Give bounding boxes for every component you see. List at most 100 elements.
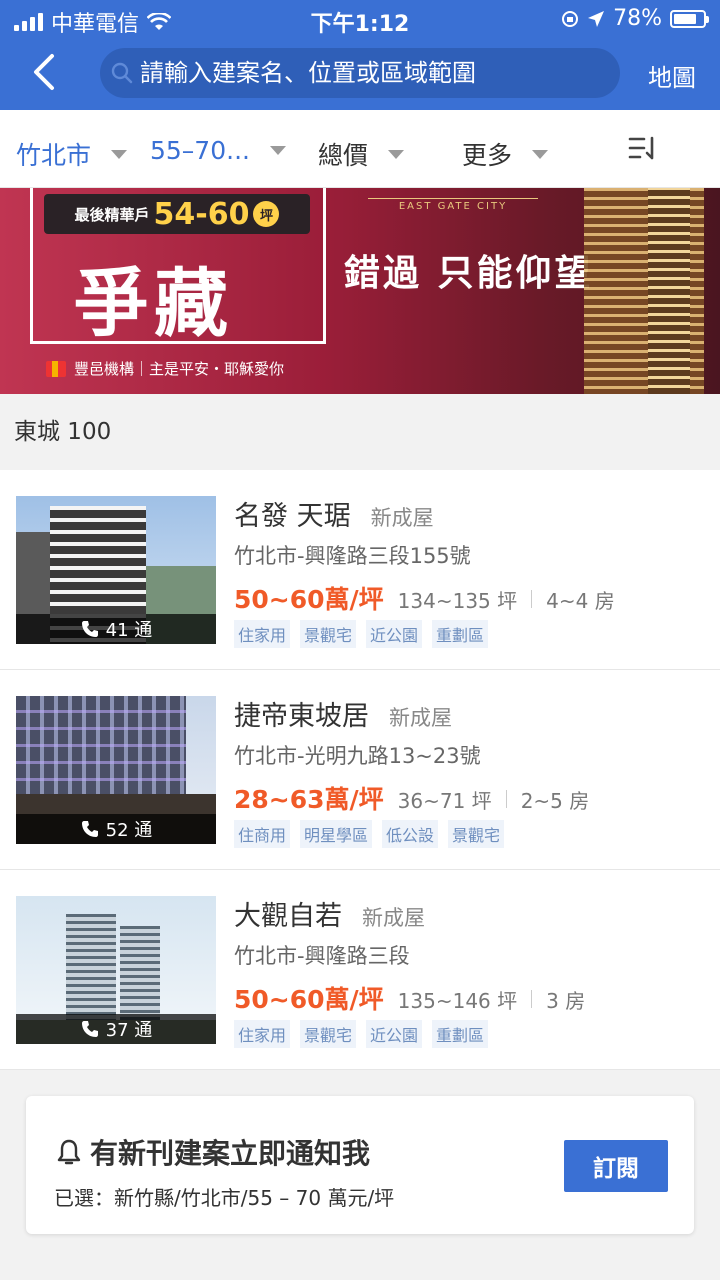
promo-banner[interactable]: 最後精華戶 54-60 坪 爭藏 豐邑機構｜主是平安・耶穌愛你 EAST GAT… bbox=[0, 188, 720, 394]
filter-bar: 竹北市 55–70... 總價 更多 bbox=[0, 110, 720, 188]
chevron-down-icon bbox=[532, 149, 549, 159]
status-right: 78% bbox=[561, 6, 709, 31]
subscribe-card: 有新刊建案立即通知我 已選：新竹縣/竹北市/55 – 70 萬元/坪 訂閱 bbox=[26, 1096, 694, 1234]
search-bar[interactable] bbox=[100, 48, 620, 98]
subscribe-title-text: 有新刊建案立即通知我 bbox=[90, 1137, 371, 1170]
divider bbox=[531, 590, 533, 608]
banner-subtitle: EAST GATE CITY bbox=[368, 198, 538, 212]
listing-tags: 住商用 明星學區 低公設 景觀宅 bbox=[234, 820, 505, 848]
call-count: 37 通 bbox=[16, 1014, 216, 1044]
back-button[interactable] bbox=[24, 50, 68, 94]
divider bbox=[505, 790, 507, 808]
filter-more[interactable]: 更多 bbox=[462, 136, 549, 172]
chevron-down-icon bbox=[388, 149, 405, 159]
battery-fill bbox=[674, 13, 696, 24]
listing-tag: 住家用 bbox=[234, 620, 291, 648]
banner-slogan: 錯過 只能仰望 bbox=[344, 252, 594, 294]
bell-icon bbox=[57, 1139, 81, 1165]
banner-headline: 爭藏 bbox=[74, 261, 234, 347]
phone-icon bbox=[81, 621, 98, 637]
brand-logo-icon bbox=[46, 360, 66, 377]
listing-address: 竹北市-興隆路三段 bbox=[234, 944, 410, 968]
listing-tag: 近公園 bbox=[366, 620, 423, 648]
search-input[interactable] bbox=[140, 59, 610, 87]
divider bbox=[531, 990, 533, 1008]
listing-tag: 重劃區 bbox=[432, 1020, 489, 1048]
filter-city-label: 竹北市 bbox=[16, 141, 92, 170]
listing-photo: 52 通 bbox=[16, 696, 216, 844]
location-arrow-icon bbox=[588, 10, 605, 27]
call-count: 41 通 bbox=[16, 614, 216, 644]
filter-total-price-label: 總價 bbox=[318, 141, 369, 170]
banner-brand-text: 豐邑機構｜主是平安・耶穌愛你 bbox=[74, 360, 285, 378]
banner-tag-range: 54-60 bbox=[153, 196, 250, 232]
phone-icon bbox=[81, 1021, 98, 1037]
chevron-down-icon bbox=[269, 146, 286, 155]
subscribe-selected: 已選：新竹縣/竹北市/55 – 70 萬元/坪 bbox=[54, 1186, 395, 1210]
listing-price: 50~60萬/坪 bbox=[234, 985, 384, 1014]
battery-percent: 78% bbox=[613, 6, 662, 31]
filter-total-price[interactable]: 總價 bbox=[318, 136, 405, 172]
listing-title: 名發 天琚 bbox=[234, 501, 351, 532]
listing-tag: 景觀宅 bbox=[300, 1020, 357, 1048]
listing-tag: 景觀宅 bbox=[300, 620, 357, 648]
listing-name: 名發 天琚 新成屋 bbox=[234, 494, 434, 533]
listing-rooms: 4~4 房 bbox=[546, 589, 615, 613]
status-bar: 中華電信 下午1:12 78% bbox=[0, 0, 720, 37]
listing-area: 134~135 坪 bbox=[397, 589, 518, 613]
listing-price: 28~63萬/坪 bbox=[234, 785, 384, 814]
subscribe-title: 有新刊建案立即通知我 bbox=[54, 1132, 370, 1172]
filter-unit-price-label: 55–70... bbox=[150, 136, 250, 165]
listing-tags: 住家用 景觀宅 近公園 重劃區 bbox=[234, 620, 489, 648]
map-link[interactable]: 地圖 bbox=[648, 58, 696, 93]
listing-title: 捷帝東坡居 bbox=[234, 701, 369, 732]
listing-address: 竹北市-光明九路13~23號 bbox=[234, 744, 481, 768]
listing-tag: 低公設 bbox=[382, 820, 439, 848]
banner-tag: 最後精華戶 54-60 坪 bbox=[44, 194, 310, 234]
filter-city[interactable]: 竹北市 bbox=[16, 136, 128, 172]
listing-rooms: 3 房 bbox=[546, 989, 586, 1013]
call-count-text: 37 通 bbox=[105, 1020, 153, 1041]
listing-type: 新成屋 bbox=[389, 706, 452, 730]
battery-icon bbox=[670, 9, 709, 28]
listing-name: 捷帝東坡居 新成屋 bbox=[234, 694, 452, 733]
section-title: 東城 100 bbox=[0, 394, 720, 470]
listing-type: 新成屋 bbox=[362, 906, 425, 930]
listing-area: 135~146 坪 bbox=[397, 989, 518, 1013]
listing-photo: 37 通 bbox=[16, 896, 216, 1044]
listing-price-row: 50~60萬/坪 135~146 坪 3 房 bbox=[234, 980, 585, 1016]
listing-tags: 住家用 景觀宅 近公園 重劃區 bbox=[234, 1020, 489, 1048]
subscribe-button[interactable]: 訂閱 bbox=[564, 1140, 668, 1192]
call-count: 52 通 bbox=[16, 814, 216, 844]
banner-tag-prefix: 最後精華戶 bbox=[74, 205, 150, 224]
listing-tag: 重劃區 bbox=[432, 620, 489, 648]
listing-photo: 41 通 bbox=[16, 496, 216, 644]
listing-area: 36~71 坪 bbox=[397, 789, 492, 813]
list-item[interactable]: 41 通 名發 天琚 新成屋 竹北市-興隆路三段155號 50~60萬/坪 13… bbox=[0, 470, 720, 670]
banner-brand: 豐邑機構｜主是平安・耶穌愛你 bbox=[46, 358, 284, 379]
phone-icon bbox=[81, 821, 98, 837]
sort-icon[interactable] bbox=[628, 136, 662, 162]
rotation-lock-icon bbox=[562, 10, 579, 27]
list-item[interactable]: 37 通 大觀自若 新成屋 竹北市-興隆路三段 50~60萬/坪 135~146… bbox=[0, 870, 720, 1070]
search-icon bbox=[111, 62, 133, 84]
listing-tag: 住家用 bbox=[234, 1020, 291, 1048]
listing-tag: 近公園 bbox=[366, 1020, 423, 1048]
listing-title: 大觀自若 bbox=[234, 901, 342, 932]
building-illustration-highlight bbox=[648, 188, 690, 394]
listing-list: 41 通 名發 天琚 新成屋 竹北市-興隆路三段155號 50~60萬/坪 13… bbox=[0, 470, 720, 1070]
listing-address: 竹北市-興隆路三段155號 bbox=[234, 544, 471, 568]
top-bar: 中華電信 下午1:12 78% 地圖 bbox=[0, 0, 720, 110]
banner-tag-unit: 坪 bbox=[253, 201, 280, 227]
list-item[interactable]: 52 通 捷帝東坡居 新成屋 竹北市-光明九路13~23號 28~63萬/坪 3… bbox=[0, 670, 720, 870]
listing-price: 50~60萬/坪 bbox=[234, 585, 384, 614]
filter-unit-price[interactable]: 55–70... bbox=[150, 136, 286, 165]
filter-more-label: 更多 bbox=[462, 141, 513, 170]
call-count-text: 52 通 bbox=[105, 820, 153, 841]
listing-price-row: 28~63萬/坪 36~71 坪 2~5 房 bbox=[234, 780, 589, 816]
listing-tag: 明星學區 bbox=[300, 820, 373, 848]
listing-tag: 住商用 bbox=[234, 820, 291, 848]
chevron-down-icon bbox=[111, 149, 128, 159]
listing-tag: 景觀宅 bbox=[448, 820, 505, 848]
listing-price-row: 50~60萬/坪 134~135 坪 4~4 房 bbox=[234, 580, 615, 616]
